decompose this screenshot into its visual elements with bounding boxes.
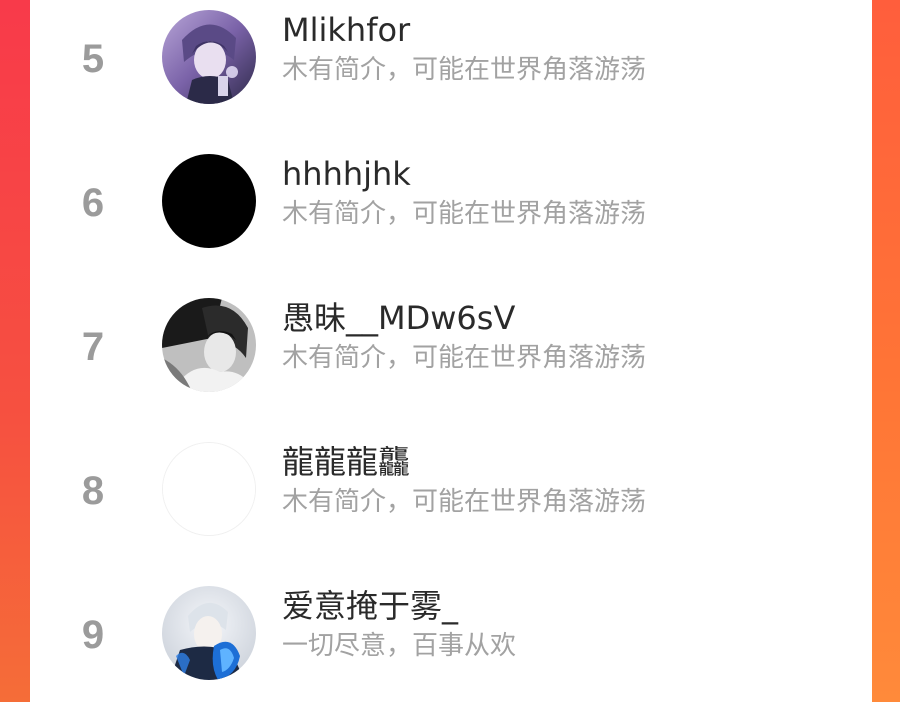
user-bio: 一切尽意，百事从欢: [282, 631, 517, 661]
user-bio: 木有简介，可能在世界角落游荡: [282, 487, 647, 517]
list-item[interactable]: 9 爱意掩于雾_ 一切尽意，百事从欢: [30, 576, 872, 696]
list-item[interactable]: 5 Mlikhfor 木有简介，可能在世界角落游荡: [30, 0, 872, 120]
user-name[interactable]: 愚昧__MDw6sV: [282, 298, 515, 338]
rank-number: 7: [81, 325, 105, 369]
user-name[interactable]: 龍龍龍龘: [282, 442, 410, 482]
avatar[interactable]: [162, 442, 256, 536]
list-item[interactable]: 7 愚昧__MDw6sV 木有简介，可能在世界角落游荡: [30, 288, 872, 408]
list-item[interactable]: 6 hhhhjhk 木有简介，可能在世界角落游荡: [30, 144, 872, 264]
rank-number: 9: [81, 613, 105, 657]
user-name[interactable]: Mlikhfor: [282, 10, 410, 50]
avatar[interactable]: [162, 586, 256, 680]
left-background-strip: [0, 0, 30, 702]
user-bio: 木有简介，可能在世界角落游荡: [282, 55, 647, 85]
right-background-strip: [872, 0, 900, 702]
user-bio: 木有简介，可能在世界角落游荡: [282, 343, 647, 373]
user-bio: 木有简介，可能在世界角落游荡: [282, 199, 647, 229]
avatar[interactable]: [162, 298, 256, 392]
list-item[interactable]: 8 龍龍龍龘 木有简介，可能在世界角落游荡: [30, 432, 872, 552]
rank-number: 5: [81, 37, 105, 81]
avatar[interactable]: [162, 154, 256, 248]
rank-number: 6: [81, 181, 105, 225]
avatar[interactable]: [162, 10, 256, 104]
rank-number: 8: [81, 469, 105, 513]
user-name[interactable]: hhhhjhk: [282, 154, 411, 194]
ranking-list-card: 5 Mlikhfor 木有简介，可能在世界角落游荡 6 hhhhjhk 木有简介…: [30, 0, 872, 702]
user-name[interactable]: 爱意掩于雾_: [282, 586, 458, 626]
